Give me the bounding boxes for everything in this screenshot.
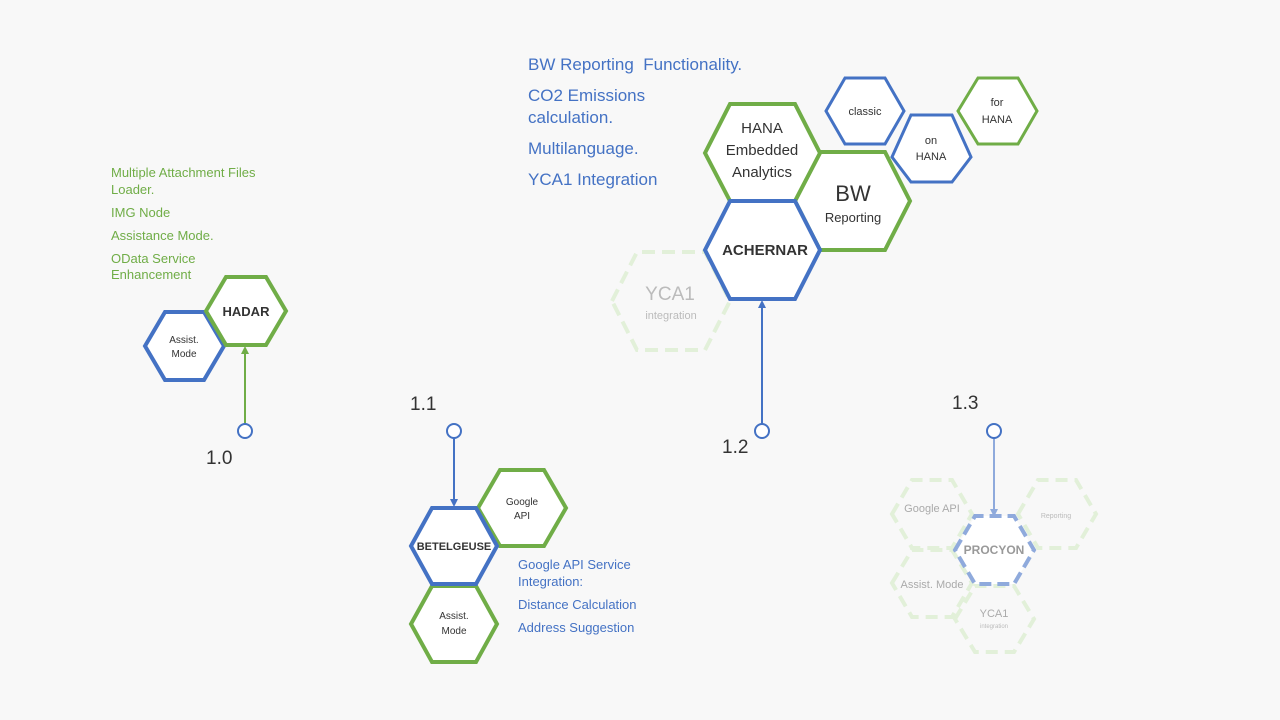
hadar-note: Multiple Attachment Files Loader. [111, 165, 256, 197]
procyon-yca1-title: YCA1 [980, 608, 1009, 620]
procyon-google-api-label-1: Google API [904, 503, 960, 515]
achernar-notes: BW Reporting Functionality. CO2 Emission… [528, 54, 788, 197]
hadar-note: IMG Node [111, 204, 171, 220]
version-label-1-3: 1.3 [952, 393, 979, 414]
hadar-release-group: HADAR Assist. Mode [142, 275, 289, 382]
version-label-1-0: 1.0 [206, 448, 233, 469]
achernar-note: BW Reporting Functionality. [528, 55, 743, 74]
version-node-1-2[interactable] [754, 423, 770, 439]
version-node-1-0[interactable] [237, 423, 253, 439]
procyon-yca1-sub: integration [980, 624, 1008, 630]
connector-achernar [758, 300, 766, 424]
connector-hadar [241, 346, 249, 424]
version-node-1-3[interactable] [986, 423, 1002, 439]
betelgeuse-note: Distance Calculation [518, 596, 637, 612]
procyon-reporting-label: Reporting [1041, 513, 1071, 520]
procyon-assist-mode-label: Assist. Mode [901, 579, 964, 591]
bw-title: BW [835, 181, 871, 206]
betelgeuse-note: Google API Service Integration: [518, 557, 631, 589]
achernar-name: ACHERNAR [722, 242, 808, 259]
yca1-subtitle: integration [645, 310, 696, 322]
hadar-note: Assistance Mode. [111, 227, 214, 243]
connector-betelgeuse [450, 438, 458, 507]
betelgeuse-assist-mode-hex[interactable] [408, 584, 500, 664]
hadar-note: OData Service Enhancement [111, 250, 196, 283]
achernar-note: YCA1 Integration [528, 170, 658, 190]
yca1-title: YCA1 [645, 284, 695, 305]
achernar-for-hana-hex[interactable] [956, 76, 1039, 146]
achernar-on-hana-hex[interactable] [890, 113, 973, 184]
procyon-name: PROCYON [964, 543, 1025, 557]
version-label-1-1: 1.1 [410, 394, 437, 415]
betelgeuse-notes: Google API Service Integration: Distance… [518, 557, 678, 643]
hadar-notes: Multiple Attachment Files Loader. IMG No… [111, 165, 271, 290]
classic-label: classic [848, 106, 882, 118]
achernar-note: CO2 Emissions calculation. [528, 86, 646, 128]
betelgeuse-name: BETELGEUSE [417, 541, 492, 553]
version-node-1-1[interactable] [446, 423, 462, 439]
hadar-name: HADAR [223, 304, 271, 319]
bw-subtitle: Reporting [825, 210, 881, 225]
version-label-1-2: 1.2 [722, 437, 749, 458]
connector-procyon [990, 438, 998, 517]
betelgeuse-note: Address Suggestion [518, 619, 635, 635]
achernar-note: Multilanguage. [528, 139, 639, 159]
